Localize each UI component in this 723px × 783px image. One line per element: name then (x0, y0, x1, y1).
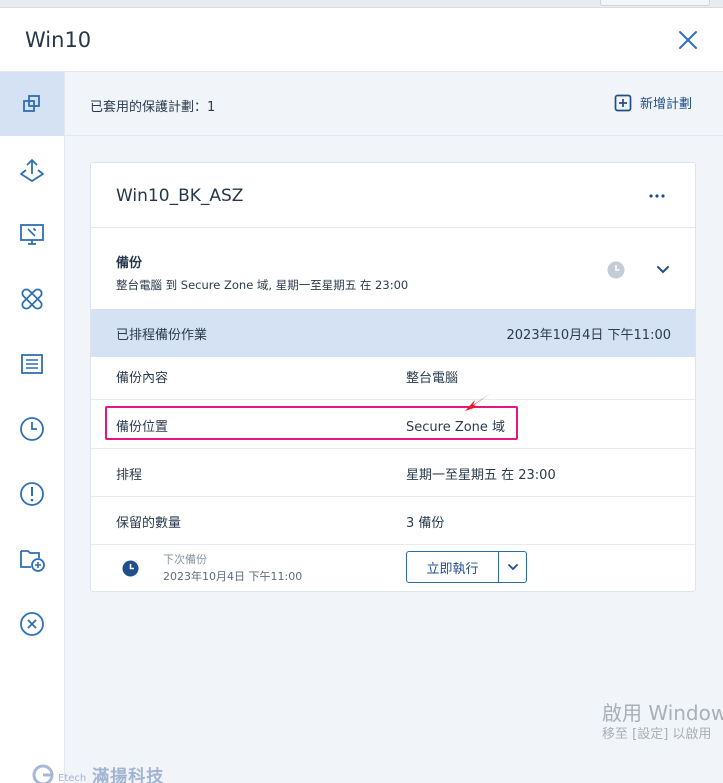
expand-backup-button[interactable] (653, 261, 673, 279)
run-now-button[interactable]: 立即執行 (407, 552, 499, 582)
browser-top-strip (0, 0, 723, 8)
panel-header: Win10 (0, 8, 723, 72)
detail-row-backup-location: 備份位置 Secure Zone 域 (91, 401, 695, 449)
recovery-icon (20, 159, 44, 182)
windows-activation-watermark-title: 啟用 Windows (602, 701, 723, 725)
detail-value: 整台電腦 (406, 371, 459, 386)
add-plan-button[interactable]: 新增計劃 (614, 93, 692, 112)
detail-row-schedule: 排程 星期一至星期五 在 23:00 (91, 449, 695, 497)
detail-value: Secure Zone 域 (406, 420, 506, 435)
plan-name: Win10_BK_ASZ (116, 186, 244, 206)
alert-icon (20, 482, 44, 506)
applied-plans-count: 已套用的保護計劃：1 (90, 100, 216, 115)
sidebar-item-history[interactable] (0, 397, 64, 461)
add-plan-label: 新增計劃 (640, 97, 693, 112)
scheduled-backup-time: 2023年10月4日 下午11:00 (506, 328, 672, 343)
chevron-down-icon (657, 266, 669, 274)
brand-tag: Etech (58, 773, 87, 783)
run-now-dropdown-button[interactable] (499, 552, 526, 582)
scheduled-backup-row: 已排程備份作業 2023年10月4日 下午11:00 (91, 309, 695, 357)
inventory-icon (21, 354, 43, 374)
close-button[interactable] (674, 26, 702, 54)
sidebar-item-inventory[interactable] (0, 332, 64, 396)
close-icon (679, 31, 697, 49)
sidebar (0, 72, 65, 783)
next-backup-label: 下次備份 (163, 553, 207, 566)
more-icon (649, 194, 665, 198)
patch-icon (21, 288, 43, 310)
brand-name: 滿揚科技 (92, 767, 165, 783)
next-backup-clock-icon (122, 560, 139, 577)
plan-card-header: Win10_BK_ASZ (91, 163, 695, 228)
sidebar-item-protection-plans[interactable] (0, 72, 64, 136)
detail-value: 星期一至星期五 在 23:00 (406, 468, 556, 483)
sidebar-item-remove[interactable] (0, 592, 64, 656)
detail-value: 3 備份 (406, 516, 445, 531)
panel-title: Win10 (25, 28, 92, 52)
remove-icon (20, 612, 44, 636)
backup-module-description: 整台電腦 到 Secure Zone 域, 星期一至星期五 在 23:00 (116, 278, 409, 292)
next-backup-date: 2023年10月4日 下午11:00 (163, 570, 303, 583)
backup-module: 備份 整台電腦 到 Secure Zone 域, 星期一至星期五 在 23:00 (91, 229, 695, 309)
next-backup-row: 下次備份 2023年10月4日 下午11:00 立即執行 (91, 544, 695, 591)
remote-desktop-icon (20, 224, 44, 245)
main-content: 已套用的保護計劃：1 新增計劃 Win10_BK_ASZ 備份 整台電腦 到 S… (65, 72, 723, 783)
backup-module-title: 備份 (116, 256, 143, 271)
detail-key: 保留的數量 (116, 516, 182, 531)
chevron-down-icon (507, 564, 518, 571)
detail-row-retention: 保留的數量 3 備份 (91, 497, 695, 545)
protection-plans-icon (23, 95, 40, 112)
sidebar-item-add-to-group[interactable] (0, 527, 64, 591)
sidebar-item-recovery[interactable] (0, 138, 64, 202)
brand-watermark-logo: Etech 滿揚科技 (32, 762, 164, 783)
history-icon (20, 417, 44, 441)
sidebar-item-patch[interactable] (0, 267, 64, 331)
plan-card: Win10_BK_ASZ 備份 整台電腦 到 Secure Zone 域, 星期… (90, 162, 696, 592)
more-options-button[interactable] (647, 184, 667, 208)
detail-row-backup-content: 備份內容 整台電腦 (91, 352, 695, 400)
detail-key: 排程 (116, 468, 143, 483)
run-now-split-button: 立即執行 (406, 551, 527, 583)
windows-activation-watermark-hint: 移至 [設定] 以啟用 (602, 727, 712, 742)
sidebar-item-remote-desktop[interactable] (0, 202, 64, 266)
scheduled-backup-label: 已排程備份作業 (116, 328, 208, 343)
detail-key: 備份內容 (116, 371, 169, 386)
plans-toolbar: 已套用的保護計劃：1 新增計劃 (65, 72, 723, 136)
detail-key: 備份位置 (116, 420, 169, 435)
add-square-icon (614, 94, 632, 111)
sidebar-item-alerts[interactable] (0, 462, 64, 526)
add-to-group-icon (20, 550, 45, 572)
clock-icon (607, 261, 625, 279)
